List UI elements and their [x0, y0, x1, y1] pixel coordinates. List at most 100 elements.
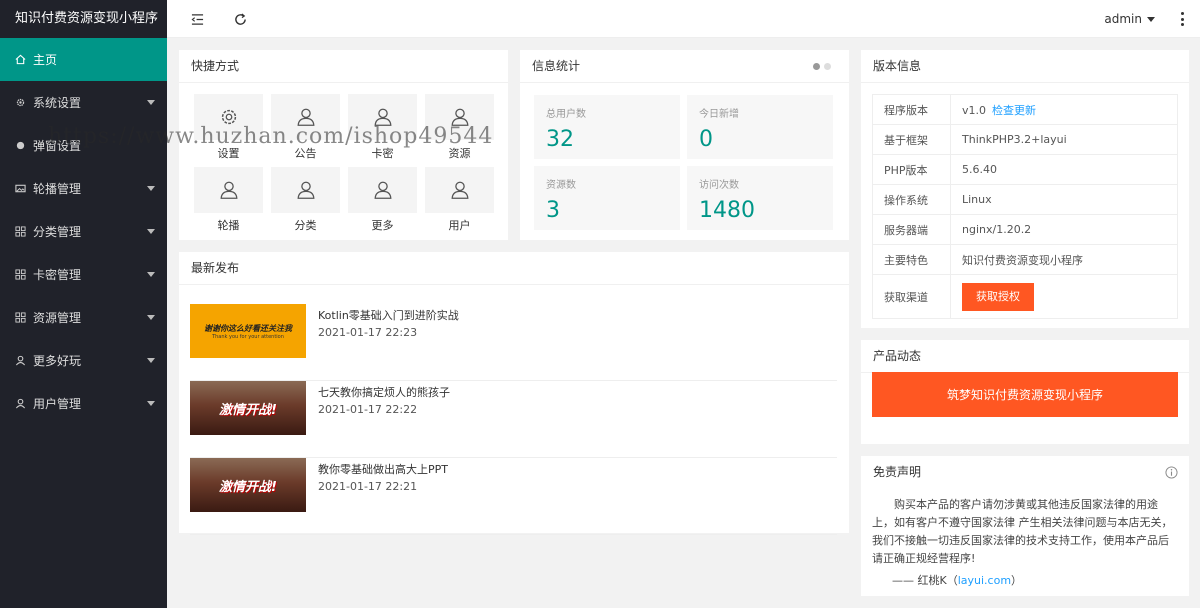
sidebar-item-resources[interactable]: 资源管理: [0, 296, 167, 339]
post-thumbnail[interactable]: 激情开战!: [190, 458, 306, 512]
user-icon: [297, 108, 314, 126]
card-title: 产品动态: [861, 340, 1189, 373]
disclaimer-text: 购买本产品的客户请勿涉黄或其他违反国家法律的用途上，如有客户不遵守国家法律 产生…: [872, 498, 1173, 565]
dot-icon: [14, 140, 26, 152]
image-icon: [14, 183, 26, 195]
quick-shortcuts-card: 快捷方式 设置 公告 卡密 资源 轮播 分类 更多 用户: [179, 50, 508, 240]
version-value: 知识付费资源变现小程序: [950, 244, 1178, 275]
table-row: 操作系统 Linux: [872, 184, 1178, 215]
gear-icon: [221, 109, 236, 125]
stat-value: 3: [546, 198, 560, 223]
refresh-icon[interactable]: [232, 11, 248, 27]
shortcut-card-keys[interactable]: [348, 94, 417, 140]
thumbnail-text: 激情开战!: [219, 479, 277, 495]
sidebar-item-label: 卡密管理: [33, 268, 82, 282]
sidebar-item-label: 更多好玩: [33, 354, 82, 368]
sidebar-item-carousel[interactable]: 轮播管理: [0, 167, 167, 210]
post-thumbnail[interactable]: 谢谢你这么好看还关注我 Thank you for your attention: [190, 304, 306, 358]
stat-value: 1480: [699, 198, 755, 223]
shortcut-label: 分类: [294, 219, 317, 232]
grid-icon: [14, 312, 26, 324]
carousel-indicator[interactable]: [813, 63, 831, 70]
get-license-button[interactable]: 获取授权: [962, 282, 1034, 311]
version-info-card: 版本信息 程序版本 v1.0 检查更新 基于框架 ThinkPHP3.2+layu…: [861, 50, 1189, 328]
more-vertical-icon[interactable]: [1180, 12, 1184, 26]
thumbnail-text: 激情开战!: [219, 402, 277, 418]
card-title: 快捷方式: [179, 50, 508, 83]
user-icon: [374, 181, 391, 199]
version-value: 5.6.40: [950, 154, 1178, 185]
stat-resources[interactable]: 资源数 3: [534, 166, 680, 230]
shortcut-settings[interactable]: [194, 94, 263, 140]
post-date: 2021-01-17 22:21: [318, 480, 418, 493]
chevron-down-icon: [147, 186, 155, 191]
grid-icon: [14, 226, 26, 238]
user-icon: [14, 398, 26, 410]
version-value: ThinkPHP3.2+layui: [950, 124, 1178, 155]
post-thumbnail[interactable]: 激情开战!: [190, 381, 306, 435]
table-row: 程序版本 v1.0 检查更新: [872, 94, 1178, 125]
stat-visits[interactable]: 访问次数 1480: [687, 166, 833, 230]
version-key: PHP版本: [872, 154, 951, 185]
shortcut-label: 用户: [448, 219, 471, 232]
post-item[interactable]: 谢谢你这么好看还关注我 Thank you for your attention…: [190, 304, 837, 381]
version-key: 操作系统: [872, 184, 951, 215]
menu-collapse-icon[interactable]: [189, 11, 205, 27]
indicator-dot[interactable]: [824, 63, 831, 70]
check-update-link[interactable]: 检查更新: [992, 104, 1036, 117]
grid-icon: [14, 269, 26, 281]
sidebar-item-more-fun[interactable]: 更多好玩: [0, 339, 167, 382]
post-title[interactable]: Kotlin零基础入门到进阶实战: [318, 307, 459, 323]
chevron-down-icon: [147, 100, 155, 105]
sidebar-item-card-keys[interactable]: 卡密管理: [0, 253, 167, 296]
sidebar-item-system-settings[interactable]: 系统设置: [0, 81, 167, 124]
sidebar-item-label: 分类管理: [33, 225, 82, 239]
sidebar-item-label: 弹窗设置: [33, 139, 82, 153]
product-button[interactable]: 筑梦知识付费资源变现小程序: [872, 372, 1178, 417]
shortcut-more[interactable]: [348, 167, 417, 213]
card-title: 最新发布: [179, 252, 849, 285]
chevron-down-icon: [147, 401, 155, 406]
info-icon[interactable]: [1165, 466, 1178, 482]
card-title: 版本信息: [861, 50, 1189, 83]
post-title[interactable]: 七天教你搞定烦人的熊孩子: [318, 384, 450, 400]
signature-suffix: ）: [1011, 574, 1023, 587]
user-menu[interactable]: admin: [1104, 12, 1155, 26]
user-icon: [220, 181, 237, 199]
stats-card: 信息统计 总用户数 32 今日新增 0 资源数 3 访问次数 1480: [520, 50, 849, 240]
sidebar-item-home[interactable]: 主页: [0, 38, 167, 81]
stat-value: 32: [546, 127, 574, 152]
shortcut-label: 设置: [217, 147, 240, 160]
caret-down-icon: [1147, 16, 1155, 22]
sidebar: 知识付费资源变现小程序 主页 系统设置 弹窗设置 轮播管理 分类管理 卡密管理 …: [0, 0, 167, 608]
user-icon: [14, 355, 26, 367]
shortcut-resources[interactable]: [425, 94, 494, 140]
shortcut-announcement[interactable]: [271, 94, 340, 140]
indicator-dot-active[interactable]: [813, 63, 820, 70]
post-item[interactable]: 激情开战! 七天教你搞定烦人的熊孩子 2021-01-17 22:22: [190, 381, 837, 458]
sidebar-item-label: 系统设置: [33, 96, 82, 110]
post-item[interactable]: 激情开战! 教你零基础做出高大上PPT 2021-01-17 22:21: [190, 458, 837, 535]
card-title: 信息统计: [520, 50, 849, 83]
version-value-cell: 获取授权: [950, 274, 1178, 319]
chevron-down-icon: [147, 315, 155, 320]
shortcut-label: 轮播: [217, 219, 240, 232]
shortcut-category[interactable]: [271, 167, 340, 213]
stat-total-users[interactable]: 总用户数 32: [534, 95, 680, 159]
stat-today-new[interactable]: 今日新增 0: [687, 95, 833, 159]
post-date: 2021-01-17 22:23: [318, 326, 418, 339]
sidebar-item-category[interactable]: 分类管理: [0, 210, 167, 253]
shortcut-carousel[interactable]: [194, 167, 263, 213]
sidebar-item-users[interactable]: 用户管理: [0, 382, 167, 425]
gear-icon: [14, 97, 26, 109]
user-icon: [297, 181, 314, 199]
sidebar-item-popup-settings[interactable]: 弹窗设置: [0, 124, 167, 167]
shortcut-users[interactable]: [425, 167, 494, 213]
version-key: 获取渠道: [872, 274, 951, 319]
user-icon: [374, 108, 391, 126]
layui-link[interactable]: layui.com: [958, 574, 1011, 587]
stat-label: 总用户数: [546, 109, 586, 120]
post-title[interactable]: 教你零基础做出高大上PPT: [318, 461, 448, 477]
table-row: 获取渠道 获取授权: [872, 274, 1178, 319]
stat-label: 资源数: [546, 180, 576, 191]
